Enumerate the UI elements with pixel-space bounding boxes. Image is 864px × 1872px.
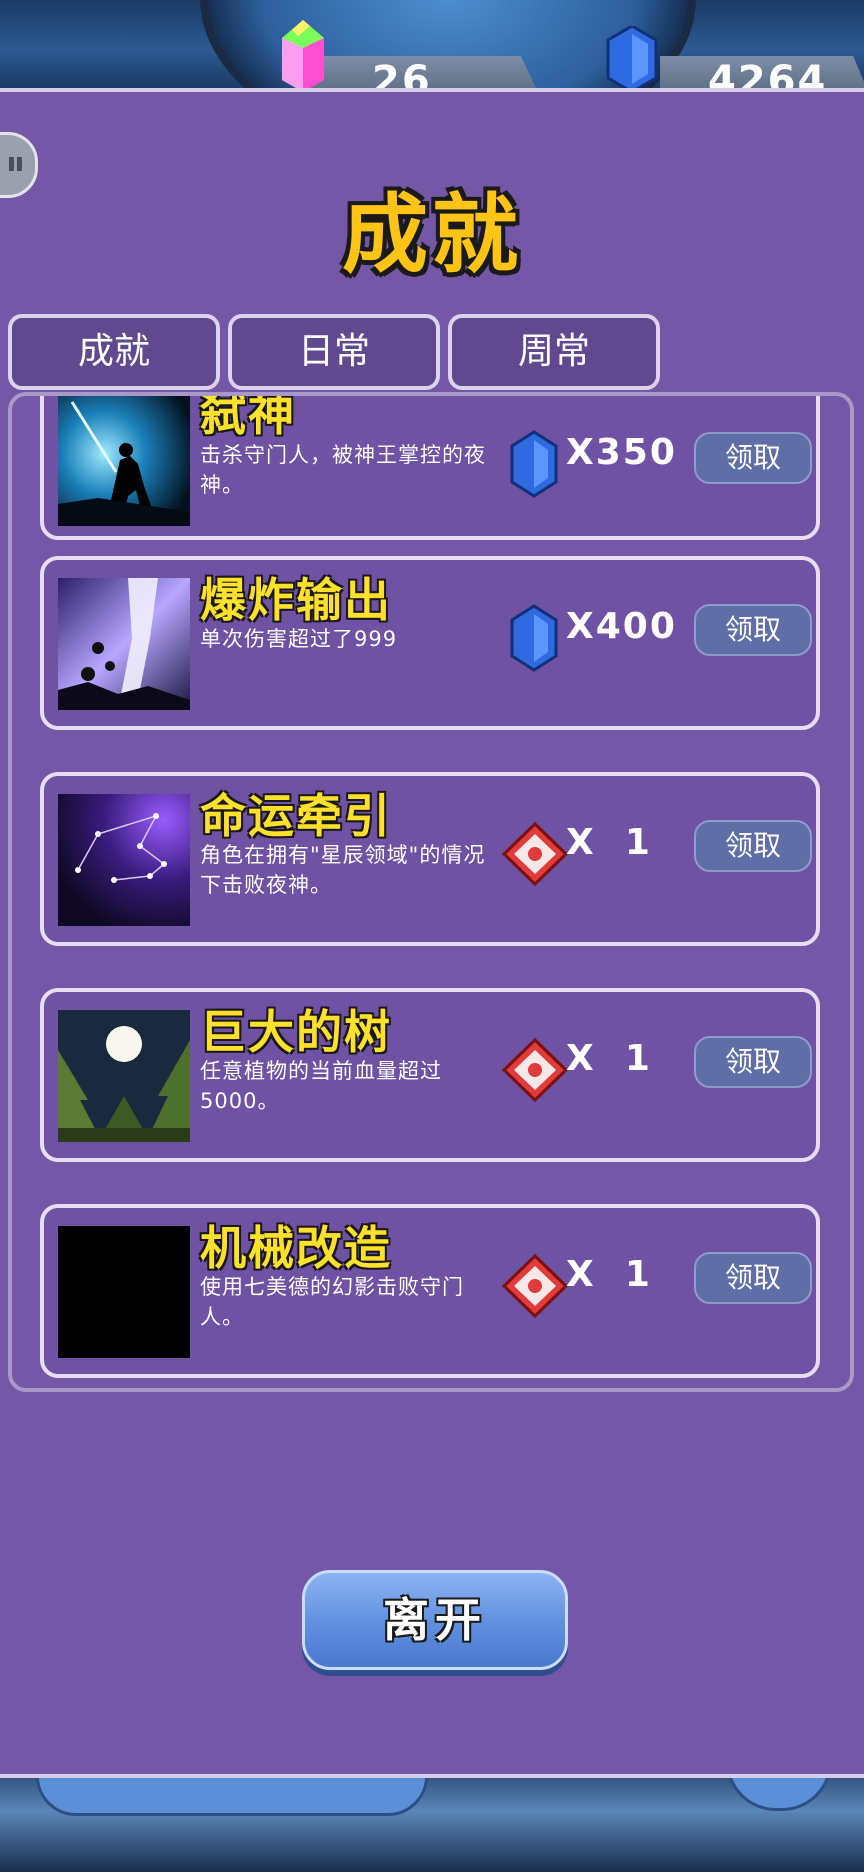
tab-weekly[interactable]: 周常 [448, 314, 660, 390]
achievement-thumbnail [58, 1010, 190, 1142]
reward-amount: X 1 [566, 1038, 652, 1079]
achievement-description: 角色在拥有"星辰领域"的情况下击败夜神。 [200, 843, 486, 897]
achievement-thumbnail [58, 578, 190, 710]
achievement-list[interactable]: 弑神 击杀守门人，被神王掌控的夜神。 X350 领取 爆炸输出 单次伤害超过了9… [8, 392, 854, 1392]
explosion-image [58, 578, 190, 710]
achievement-description: 单次伤害超过了999 [200, 627, 398, 651]
achievement-panel: 成就 成就 日常 周常 弑神 击杀守门人，被神王掌控的夜神。 X350 领取 爆… [0, 88, 864, 1778]
achievement-thumbnail [58, 794, 190, 926]
achievement-title: 爆炸输出 [200, 573, 392, 627]
claim-button[interactable]: 领取 [694, 1036, 812, 1088]
blue-gem-icon [510, 604, 558, 672]
silhouette-warrior-image [58, 396, 190, 526]
achievement-description: 使用七美德的幻影击败守门人。 [200, 1275, 464, 1329]
achievement-title: 命运牵引 [200, 789, 392, 843]
achievement-title: 巨大的树 [200, 1005, 392, 1059]
blue-gem-icon [606, 26, 658, 92]
moon-forest-image [58, 1010, 190, 1142]
achievement-card: 命运牵引 角色在拥有"星辰领域"的情况下击败夜神。 X 1 领取 [40, 772, 820, 946]
achievement-card: 爆炸输出 单次伤害超过了999 X400 领取 [40, 556, 820, 730]
achievement-card: 机械改造 使用七美德的幻影击败守门人。 X 1 领取 [40, 1204, 820, 1378]
leave-button[interactable]: 离开 [302, 1570, 568, 1670]
reward-amount: X 1 [566, 1254, 652, 1295]
claim-button[interactable]: 领取 [694, 432, 812, 484]
achievement-card: 弑神 击杀守门人，被神王掌控的夜神。 X350 领取 [40, 392, 820, 540]
red-ticket-icon [501, 821, 569, 887]
achievement-title: 机械改造 [200, 1221, 392, 1275]
reward-amount: X350 [566, 432, 677, 473]
constellation-image [58, 794, 190, 926]
achievement-card: 巨大的树 任意植物的当前血量超过5000。 X 1 领取 [40, 988, 820, 1162]
claim-button[interactable]: 领取 [694, 1252, 812, 1304]
achievement-description: 击杀守门人，被神王掌控的夜神。 [200, 443, 486, 497]
tab-daily[interactable]: 日常 [228, 314, 440, 390]
claim-button[interactable]: 领取 [694, 820, 812, 872]
achievement-thumbnail [58, 1226, 190, 1358]
reward-amount: X 1 [566, 822, 652, 863]
blue-gem-icon [510, 430, 558, 498]
rainbow-crystal-icon [282, 20, 324, 92]
red-ticket-icon [501, 1037, 569, 1103]
reward-amount: X400 [566, 606, 677, 647]
claim-button[interactable]: 领取 [694, 604, 812, 656]
red-ticket-icon [501, 1253, 569, 1319]
achievement-title: 弑神 [200, 392, 296, 441]
achievement-thumbnail [58, 396, 190, 526]
achievement-description: 任意植物的当前血量超过5000。 [200, 1059, 442, 1113]
tab-achievements[interactable]: 成就 [8, 314, 220, 390]
panel-title: 成就 [342, 185, 522, 285]
